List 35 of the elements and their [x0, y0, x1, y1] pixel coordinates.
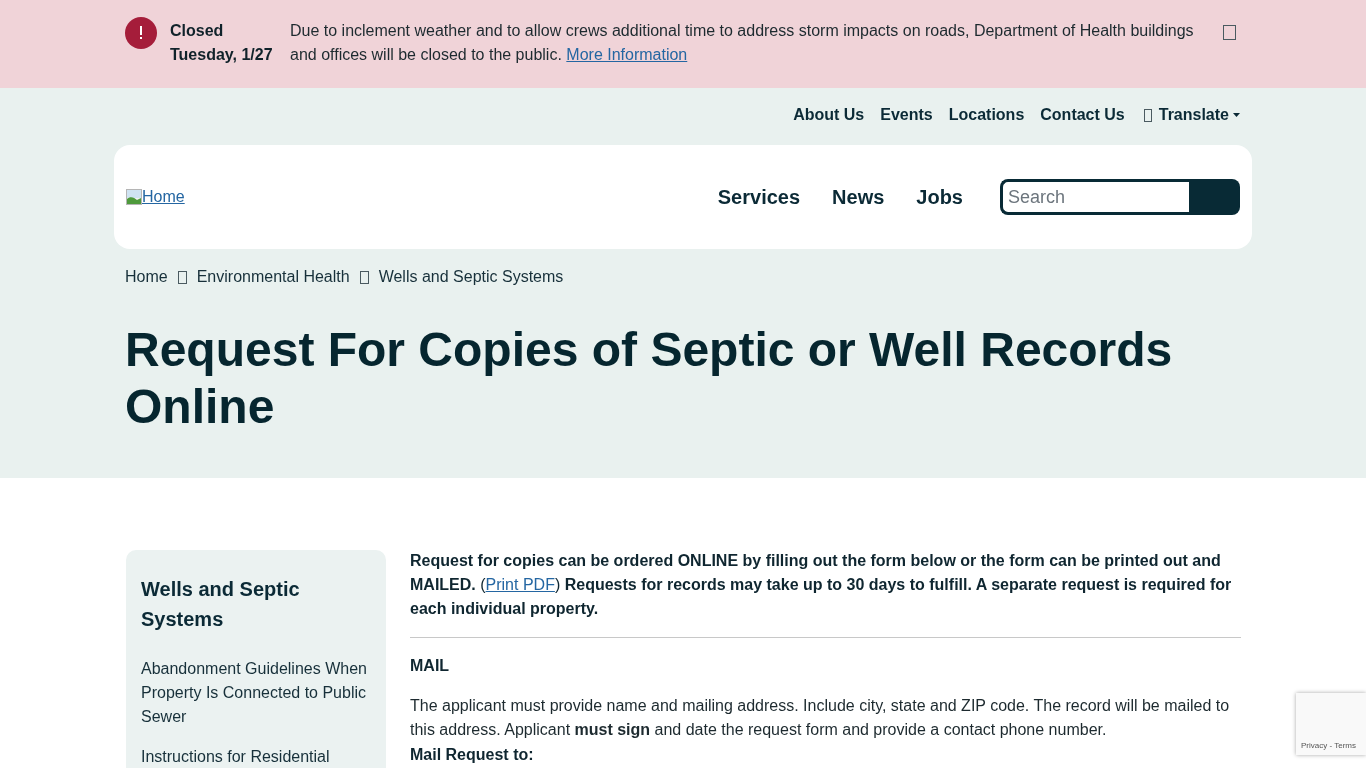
- alert-message: Due to inclement weather and to allow crews additional time to address storm impacts on roads, Department of Health buildings and offices will be closed to the public. More Information: [290, 21, 1195, 65]
- main-nav-link[interactable]: Services: [717, 185, 801, 209]
- caret-icon: [1233, 113, 1240, 117]
- breadcrumb-link[interactable]: Home: [125, 265, 168, 289]
- alert-icon: [125, 17, 157, 49]
- more-information-link[interactable]: More Information: [566, 46, 688, 63]
- broken-image-icon: [126, 189, 142, 205]
- breadcrumb-link[interactable]: Environmental Health: [196, 265, 350, 289]
- section-paragraph: The applicant must provide name and mailing address. Include city, state and ZIP code. The record will be mailed to this address. Applicant must sign and date the request form and provide a contact phone number.: [410, 696, 1231, 740]
- section-heading: MAIL: [410, 656, 451, 676]
- sidebar-link[interactable]: Abandonment Guidelines When Property Is Connected to Public Sewer: [141, 657, 371, 729]
- utility-nav-link[interactable]: Events: [880, 103, 933, 127]
- missing-glyph-icon: [177, 270, 187, 284]
- utility-nav-link[interactable]: About Us: [793, 103, 865, 127]
- sidebar-title: Wells and Septic Systems: [141, 577, 301, 632]
- page-title: Request For Copies of Septic or Well Records Online: [125, 322, 1174, 435]
- utility-nav-link[interactable]: Locations: [948, 103, 1025, 127]
- section-subheading: Mail Request to:: [410, 745, 535, 765]
- breadcrumb-link[interactable]: Wells and Septic Systems: [378, 265, 564, 289]
- search-field[interactable]: Search: [1000, 179, 1189, 215]
- main-nav-link[interactable]: Jobs: [916, 185, 963, 209]
- print-pdf-link[interactable]: Print PDF: [485, 576, 555, 593]
- alert-close-button[interactable]: [1223, 25, 1236, 40]
- translate-button[interactable]: Translate: [1143, 103, 1240, 127]
- main-nav-link[interactable]: News: [832, 185, 885, 209]
- missing-glyph-icon: [1223, 25, 1236, 40]
- alert-date: Tuesday, 1/27: [170, 45, 274, 65]
- home-logo-link[interactable]: Home: [126, 187, 185, 207]
- missing-glyph-icon: [359, 270, 369, 284]
- intro-paragraph: Request for copies can be ordered ONLINE by filling out the form below or the form can be printed out and MAILED. (Print PDF) Requests for records may take up to 30 days to fulfill. A separate request is required for each individual property.: [410, 551, 1233, 619]
- utility-nav-link[interactable]: Contact Us: [1040, 103, 1125, 127]
- sidebar-link[interactable]: Instructions for Residential: [141, 745, 371, 768]
- privacy-terms-links[interactable]: Privacy - Terms: [1301, 741, 1356, 751]
- alert-title: Closed: [170, 21, 225, 41]
- missing-glyph-icon: [1143, 108, 1152, 122]
